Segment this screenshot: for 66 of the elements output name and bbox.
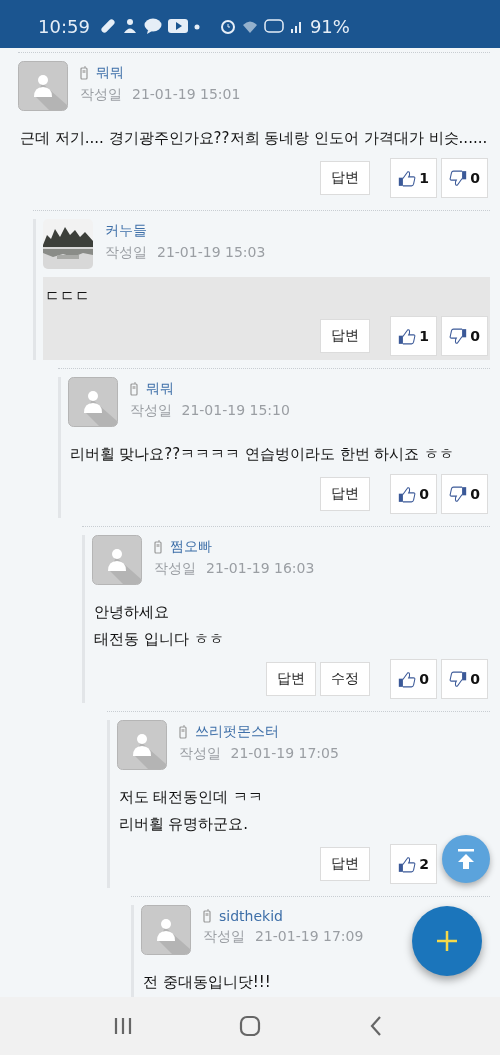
thumbs-up-icon: [398, 485, 417, 503]
date-label: 작성일: [154, 560, 196, 578]
chat-icon: [143, 18, 162, 34]
like-button[interactable]: 2: [390, 844, 437, 884]
dislike-button[interactable]: 0: [441, 158, 488, 198]
plus-icon: [436, 930, 458, 952]
avatar-icon: [67, 377, 118, 427]
comment-text: 저도 태전동인데 ㅋㅋ: [118, 788, 265, 807]
dislike-button[interactable]: 0: [441, 659, 488, 699]
comment-text: 태전동 입니다 ㅎㅎ: [94, 630, 225, 649]
comment-text: 전 중대동입니닷!!!: [143, 973, 272, 992]
comment-date: 21-01-19 17:05: [230, 745, 339, 763]
date-label: 작성일: [105, 244, 147, 262]
like-button[interactable]: 0: [390, 474, 437, 514]
avatar-icon: [116, 720, 167, 770]
comment-text: 리버휠 유명하군요.: [118, 815, 250, 834]
avatar-icon: [92, 535, 142, 585]
thumbs-down-icon: [449, 485, 468, 503]
thumbs-down-icon: [449, 327, 468, 345]
comment-date: 21-01-19 17:09: [255, 928, 364, 946]
author-name[interactable]: sidthekid: [219, 908, 283, 924]
scroll-to-top-button[interactable]: [442, 835, 490, 883]
date-label: 작성일: [178, 745, 221, 763]
author-name[interactable]: 뭐뭐: [145, 380, 174, 398]
like-button[interactable]: 1: [390, 158, 437, 198]
action-button[interactable]: 답변: [320, 161, 370, 195]
play-icon: [167, 18, 188, 34]
thumbs-down-icon: [449, 169, 468, 187]
comment-text: 안녕하세요: [94, 603, 170, 622]
comment-date: 21-01-19 15:10: [181, 402, 290, 420]
author-name[interactable]: 뭐뭐: [96, 64, 124, 82]
avatar-icon: [141, 905, 191, 955]
date-label: 작성일: [203, 928, 245, 946]
like-button[interactable]: 1: [390, 316, 437, 356]
home-icon[interactable]: [238, 1014, 262, 1038]
author-name[interactable]: 쓰리펏몬스터: [194, 723, 279, 741]
comment-text: 근데 저기.... 경기광주인가요??저희 동네랑 인도어 가격대가 비슷......: [20, 129, 488, 148]
avatar-icon: [18, 61, 68, 111]
author-name[interactable]: 쩜오빠: [170, 538, 212, 556]
person-icon: [121, 18, 138, 34]
dislike-button[interactable]: 0: [441, 316, 488, 356]
add-button[interactable]: [412, 906, 482, 976]
action-button[interactable]: 답변: [266, 662, 316, 696]
like-button[interactable]: 0: [390, 659, 437, 699]
thumbs-up-icon: [398, 327, 417, 345]
action-button[interactable]: 답변: [320, 319, 370, 353]
alarm-icon: [219, 18, 236, 34]
comment-text: ㄷㄷㄷ: [45, 287, 91, 306]
action-button[interactable]: 답변: [320, 477, 370, 511]
battery-percent: 91%: [309, 15, 350, 37]
comment-date: 21-01-19 15:01: [132, 86, 241, 104]
date-label: 작성일: [129, 402, 172, 420]
comment-text: 리버휠 맞나요??ㅋㅋㅋㅋ 연습벙이라도 한번 하시죠 ㅎㅎ: [69, 445, 456, 464]
thumbs-down-icon: [449, 670, 468, 688]
status-time: 10:59: [38, 15, 90, 37]
thumbs-up-icon: [398, 169, 417, 187]
thumbs-up-icon: [398, 855, 417, 873]
date-label: 작성일: [80, 86, 122, 104]
action-button[interactable]: 답변: [320, 847, 370, 881]
dislike-button[interactable]: 0: [441, 474, 488, 514]
comment-date: 21-01-19 15:03: [157, 244, 266, 262]
author-name[interactable]: 커누들: [105, 222, 147, 240]
action-button[interactable]: 수정: [320, 662, 370, 696]
comment-date: 21-01-19 16:03: [206, 560, 315, 578]
arrow-up-icon: [455, 848, 477, 870]
thumbs-up-icon: [398, 670, 417, 688]
